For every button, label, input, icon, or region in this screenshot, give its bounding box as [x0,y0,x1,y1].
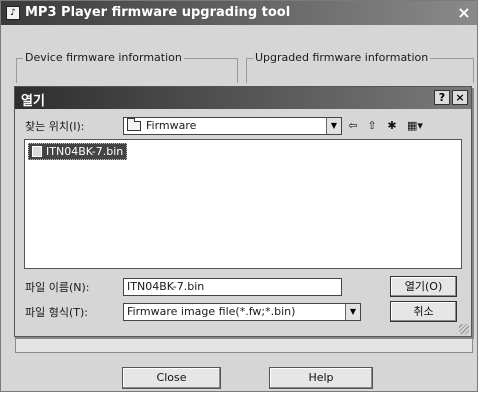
file-type-label: 파일 형식(T): [25,306,88,319]
view-menu-icon[interactable]: ▦▾ [404,118,426,134]
file-name-input[interactable]: ITN04BK-7.bin [123,278,342,296]
device-firmware-label: Device firmware information [23,51,184,64]
cancel-button[interactable]: 취소 [390,301,457,322]
new-folder-icon[interactable]: ✱ [383,118,401,134]
file-list[interactable]: ITN04BK-7.bin [24,139,462,269]
upgraded-firmware-label: Upgraded firmware information [253,51,431,64]
file-type-value: Firmware image file(*.fw;*.bin) [127,305,296,318]
main-title-bar[interactable]: ♪ MP3 Player firmware upgrading tool × [1,1,477,25]
upgraded-firmware-group: Upgraded firmware information [246,51,474,83]
window-title: MP3 Player firmware upgrading tool [25,5,291,20]
look-in-label: 찾는 위치(I): [25,120,85,133]
close-button[interactable]: Close [122,367,221,389]
open-file-dialog: 열기 ? × 찾는 위치(I): Firmware ▼ ⇦ ⇧ ✱ ▦▾ ITN… [14,86,472,337]
resize-grip[interactable] [459,324,469,334]
back-icon[interactable]: ⇦ [345,118,361,134]
app-icon: ♪ [6,6,20,20]
dialog-title-bar[interactable]: 열기 ? × [15,87,471,109]
look-in-dropdown[interactable]: Firmware ▼ [123,117,342,135]
dialog-help-button[interactable]: ? [434,90,450,105]
folder-icon [127,118,141,131]
main-window: ♪ MP3 Player firmware upgrading tool × D… [0,0,478,392]
file-type-dropdown[interactable]: Firmware image file(*.fw;*.bin) ▼ [123,303,361,321]
file-icon [32,146,42,157]
list-item[interactable]: ITN04BK-7.bin [28,143,128,160]
dialog-close-button[interactable]: × [452,90,468,105]
open-button[interactable]: 열기(O) [390,276,457,297]
up-folder-icon[interactable]: ⇧ [364,118,380,134]
chevron-down-icon[interactable]: ▼ [326,118,341,134]
window-close-button[interactable]: × [455,4,473,22]
dialog-title: 열기 [21,94,45,109]
device-firmware-group: Device firmware information [16,51,238,83]
file-name-label: 파일 이름(N): [25,281,90,294]
progress-bar [15,335,473,353]
look-in-value: Firmware [146,119,197,132]
chevron-down-icon[interactable]: ▼ [345,304,360,320]
file-name: ITN04BK-7.bin [46,145,124,158]
help-button[interactable]: Help [269,367,373,389]
